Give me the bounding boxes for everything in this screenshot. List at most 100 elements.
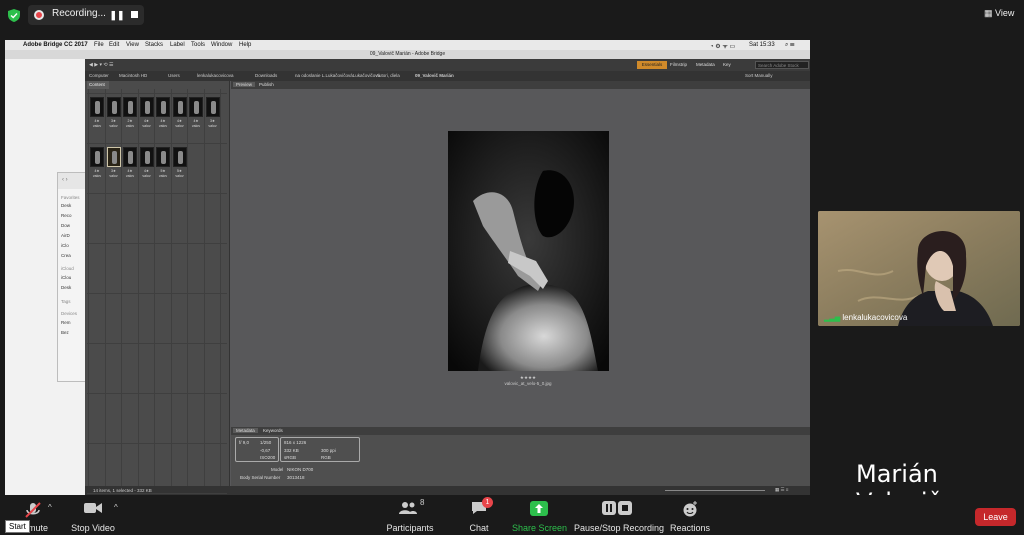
participant-video[interactable]: ▂▃▅ lenkalukacovicova	[818, 211, 1020, 326]
finder-item[interactable]: AirD	[61, 233, 70, 238]
search-input[interactable]: Search Adobe Stock	[755, 61, 809, 69]
participants-button[interactable]: 8 Participants	[385, 495, 435, 535]
thumbnail-rating[interactable]: 4★	[90, 119, 104, 123]
breadcrumb: Computer Macintosh HD Users lenkalukacov…	[85, 71, 810, 81]
menu-help[interactable]: Help	[239, 42, 251, 48]
menu-tools[interactable]: Tools	[191, 42, 205, 48]
mac-menubar: Adobe Bridge CC 2017 File Edit View Stac…	[5, 40, 810, 50]
pause-recording-button[interactable]: ❚❚	[109, 5, 125, 25]
thumbnail-figure	[210, 101, 216, 114]
back-forward-buttons[interactable]: ‹ ›	[62, 177, 68, 183]
menu-view[interactable]: View	[126, 42, 139, 48]
workspace-filmstrip[interactable]: Filmstrip	[670, 62, 687, 67]
tab-preview[interactable]: Preview	[233, 82, 256, 87]
menu-stacks[interactable]: Stacks	[145, 42, 163, 48]
thumbnail-rating[interactable]: 3★	[206, 119, 220, 123]
leave-button[interactable]: Leave	[975, 508, 1016, 526]
menu-label[interactable]: Label	[170, 42, 185, 48]
security-shield-icon[interactable]	[8, 9, 20, 22]
thumbnail-rating[interactable]: 3★	[107, 169, 121, 173]
finder-item[interactable]: Desk	[61, 285, 71, 290]
thumbnail[interactable]	[189, 97, 203, 117]
view-button[interactable]: ▦ View	[984, 8, 1014, 19]
thumbnail-rating[interactable]: 4★	[90, 169, 104, 173]
thumbnail[interactable]	[172, 147, 187, 167]
finder-item[interactable]: Reco	[61, 213, 72, 218]
thumbnail-rating[interactable]: 4★	[189, 119, 203, 123]
finder-tags-heading: Tags	[61, 299, 71, 304]
menu-window[interactable]: Window	[211, 42, 232, 48]
participant-count: 8	[420, 498, 425, 507]
preview-image[interactable]	[448, 131, 609, 371]
thumbnail-rating[interactable]: 4★	[156, 119, 170, 123]
thumbnail[interactable]	[106, 147, 121, 167]
menu-file[interactable]: File	[94, 42, 104, 48]
metadata-tabs: Metadata Keywords	[231, 427, 810, 435]
finder-item[interactable]: Bez	[61, 330, 69, 335]
workspace-essentials[interactable]: Essentials	[637, 61, 667, 69]
menubar-search-icon[interactable]: ⌕ ☰	[785, 42, 795, 49]
stop-video-button[interactable]: Stop Video	[68, 495, 118, 535]
thumbnail-rating[interactable]: 4★	[173, 119, 187, 123]
menu-edit[interactable]: Edit	[109, 42, 119, 48]
thumbnail-rating[interactable]: 5★	[173, 169, 187, 173]
workspace-key[interactable]: Key	[723, 62, 731, 67]
breadcrumb-item[interactable]: na odoslanie L.LukačovičováLukačovičová	[295, 73, 380, 78]
nav-buttons[interactable]: ◀ ▶ ▾ ⟲ ☰	[89, 62, 113, 68]
breadcrumb-item[interactable]: Downloads	[255, 73, 277, 78]
thumbnail[interactable]	[139, 97, 154, 117]
chat-badge: 1	[482, 497, 493, 508]
workspace-metadata[interactable]: Metadata	[696, 62, 715, 67]
thumbnail[interactable]	[156, 97, 170, 117]
tab-content[interactable]: Content	[87, 81, 109, 89]
thumbnail[interactable]	[172, 97, 187, 117]
tab-keywords[interactable]: Keywords	[263, 428, 283, 433]
thumbnail[interactable]	[205, 97, 220, 117]
menubar-app-name[interactable]: Adobe Bridge CC 2017	[23, 42, 88, 48]
finder-item[interactable]: iClou	[61, 275, 71, 280]
thumbnail-rating[interactable]: 4★	[123, 169, 137, 173]
thumbnail-rating[interactable]: 4★	[140, 169, 154, 173]
breadcrumb-item[interactable]: Autori, diela	[376, 73, 400, 78]
breadcrumb-item[interactable]: Computer	[89, 73, 109, 78]
thumbnail[interactable]	[106, 97, 121, 117]
stop-recording-button[interactable]	[126, 5, 142, 25]
view-label: View	[995, 8, 1015, 18]
file-size: 332 KB	[284, 448, 299, 453]
video-camera-icon	[84, 503, 102, 513]
share-screen-button[interactable]: Share Screen	[512, 495, 567, 535]
thumbnail-rating[interactable]: 5★	[156, 169, 170, 173]
finder-item[interactable]: iClo	[61, 243, 69, 248]
finder-item[interactable]: Dow	[61, 223, 70, 228]
breadcrumb-item[interactable]: 09_Valovič Marián	[415, 73, 454, 78]
thumbnail[interactable]	[123, 147, 137, 167]
thumbnail-filename: valov	[109, 174, 118, 178]
video-options-chevron-icon[interactable]: ^	[114, 503, 118, 512]
audio-options-chevron-icon[interactable]: ^	[48, 503, 52, 512]
tab-publish[interactable]: Publish	[259, 82, 274, 87]
serial-label: Body Serial Number	[240, 475, 281, 480]
thumbnail-figure	[128, 101, 133, 114]
thumbnail[interactable]	[156, 147, 170, 167]
finder-item[interactable]: Crea	[61, 253, 71, 258]
thumbnail-rating[interactable]: 4★	[140, 119, 154, 123]
reactions-button[interactable]: Reactions	[668, 495, 712, 535]
tab-metadata[interactable]: Metadata	[233, 428, 258, 433]
sort-dropdown[interactable]: Sort Manually	[745, 73, 773, 78]
thumbnail[interactable]	[90, 97, 104, 117]
thumbnail-rating[interactable]: 2★	[123, 119, 137, 123]
thumbnail-size-slider[interactable]	[665, 490, 765, 491]
thumbnail-rating[interactable]: 3★	[107, 119, 121, 123]
thumbnail[interactable]	[90, 147, 104, 167]
finder-item[interactable]: Rem	[61, 320, 71, 325]
breadcrumb-item[interactable]: Users	[168, 73, 180, 78]
finder-item[interactable]: Desk	[61, 203, 71, 208]
thumbnail[interactable]	[139, 147, 154, 167]
grid-line	[87, 243, 227, 244]
chat-button[interactable]: 1 Chat	[462, 495, 496, 535]
view-mode-icons[interactable]: ▦ ☰ ≡	[775, 487, 788, 493]
breadcrumb-item[interactable]: lenkalukacovicova	[197, 73, 234, 78]
pause-stop-recording-button[interactable]: Pause/Stop Recording	[574, 495, 664, 535]
thumbnail[interactable]	[123, 97, 137, 117]
breadcrumb-item[interactable]: Macintosh HD	[119, 73, 147, 78]
